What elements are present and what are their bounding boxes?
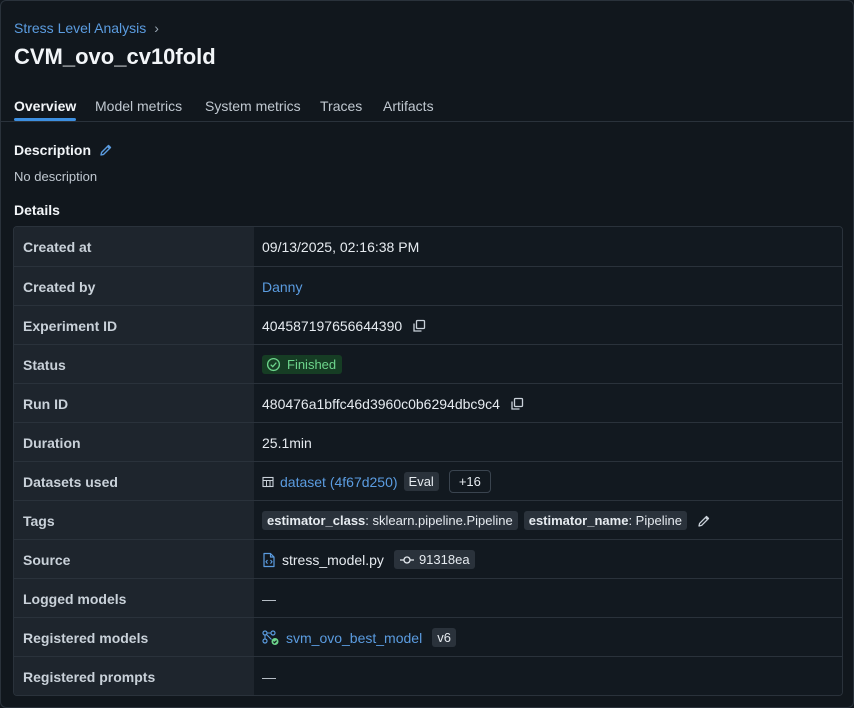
tab-traces[interactable]: Traces xyxy=(320,98,362,114)
created-by-link[interactable]: Danny xyxy=(262,279,302,295)
run-id-key: Run ID xyxy=(14,384,254,423)
tag-value: Pipeline xyxy=(635,513,682,528)
status-text: Finished xyxy=(287,357,337,372)
copy-icon[interactable] xyxy=(510,397,524,411)
details-label: Details xyxy=(14,202,60,218)
file-code-icon xyxy=(262,552,276,568)
details-row-status: Status Finished xyxy=(14,344,842,384)
details-row-datasets-used: Datasets used dataset (4f67d250) Eval +1… xyxy=(14,461,842,501)
registered-prompts-value: — xyxy=(262,668,276,685)
table-icon xyxy=(262,476,274,488)
check-circle-icon xyxy=(266,357,281,372)
tag-name: estimator_class xyxy=(267,513,366,528)
tag-value: sklearn.pipeline.Pipeline xyxy=(372,513,513,528)
run-id-value: 480476a1bffc46d3960c0b6294dbc9c4 xyxy=(262,395,500,412)
chevron-right-icon: › xyxy=(154,20,159,36)
details-table: Created at 09/13/2025, 02:16:38 PM Creat… xyxy=(13,226,843,696)
status-badge: Finished xyxy=(262,355,343,374)
commit-hash: 91318ea xyxy=(418,552,470,567)
page-title: CVM_ovo_cv10fold xyxy=(14,44,216,69)
pencil-icon[interactable] xyxy=(697,514,711,528)
dataset-context-badge: Eval xyxy=(403,472,439,491)
tag-name: estimator_name xyxy=(528,513,629,528)
logged-models-value: — xyxy=(262,590,276,607)
registered-models-key: Registered models xyxy=(14,618,254,657)
tab-bar: Overview Model metrics System metrics Tr… xyxy=(0,96,854,122)
registered-model-link[interactable]: svm_ovo_best_model xyxy=(286,630,422,646)
model-icon xyxy=(262,629,280,646)
datasets-used-key: Datasets used xyxy=(14,462,254,501)
created-at-key: Created at xyxy=(14,227,254,266)
experiment-id-value: 404587197656644390 xyxy=(262,317,403,334)
breadcrumb-experiment-link[interactable]: Stress Level Analysis xyxy=(14,20,146,36)
description-text: No description xyxy=(14,169,98,184)
source-key: Source xyxy=(14,540,254,579)
experiment-id-key: Experiment ID xyxy=(14,306,254,345)
details-row-experiment-id: Experiment ID 404587197656644390 xyxy=(14,305,842,345)
dataset-link[interactable]: dataset (4f67d250) xyxy=(280,474,398,490)
created-by-key: Created by xyxy=(14,267,254,306)
description-label: Description xyxy=(14,142,92,158)
description-header: Description xyxy=(14,142,113,158)
breadcrumb: Stress Level Analysis › xyxy=(14,20,159,36)
details-row-logged-models: Logged models — xyxy=(14,578,842,618)
tag-chip: estimator_class: sklearn.pipeline.Pipeli… xyxy=(262,511,518,530)
git-commit-icon xyxy=(399,555,414,564)
tag-chip: estimator_name: Pipeline xyxy=(523,511,687,530)
pencil-icon[interactable] xyxy=(99,143,113,157)
model-version-badge: v6 xyxy=(432,628,456,647)
details-row-tags: Tags estimator_class: sklearn.pipeline.P… xyxy=(14,500,842,540)
logged-models-key: Logged models xyxy=(14,579,254,618)
tab-system-metrics[interactable]: System metrics xyxy=(205,98,301,114)
details-row-registered-models: Registered models svm_ovo_best_model v6 xyxy=(14,617,842,657)
details-row-registered-prompts: Registered prompts — xyxy=(14,656,842,695)
status-key: Status xyxy=(14,345,254,384)
created-at-value: 09/13/2025, 02:16:38 PM xyxy=(262,238,420,255)
details-row-created-by: Created by Danny xyxy=(14,266,842,306)
source-file[interactable]: stress_model.py xyxy=(282,552,384,568)
duration-key: Duration xyxy=(14,423,254,462)
duration-value: 25.1min xyxy=(262,434,312,451)
details-row-run-id: Run ID 480476a1bffc46d3960c0b6294dbc9c4 xyxy=(14,383,842,423)
more-datasets-button[interactable]: +16 xyxy=(448,470,491,493)
details-row-created-at: Created at 09/13/2025, 02:16:38 PM xyxy=(14,227,842,266)
tab-model-metrics[interactable]: Model metrics xyxy=(95,98,182,114)
registered-prompts-key: Registered prompts xyxy=(14,657,254,695)
tab-artifacts[interactable]: Artifacts xyxy=(383,98,434,114)
git-commit-badge: 91318ea xyxy=(393,550,475,569)
copy-icon[interactable] xyxy=(412,319,426,333)
tab-overview[interactable]: Overview xyxy=(14,98,77,121)
details-row-duration: Duration 25.1min xyxy=(14,422,842,462)
details-row-source: Source stress_model.py 91318ea xyxy=(14,539,842,579)
tags-key: Tags xyxy=(14,501,254,540)
